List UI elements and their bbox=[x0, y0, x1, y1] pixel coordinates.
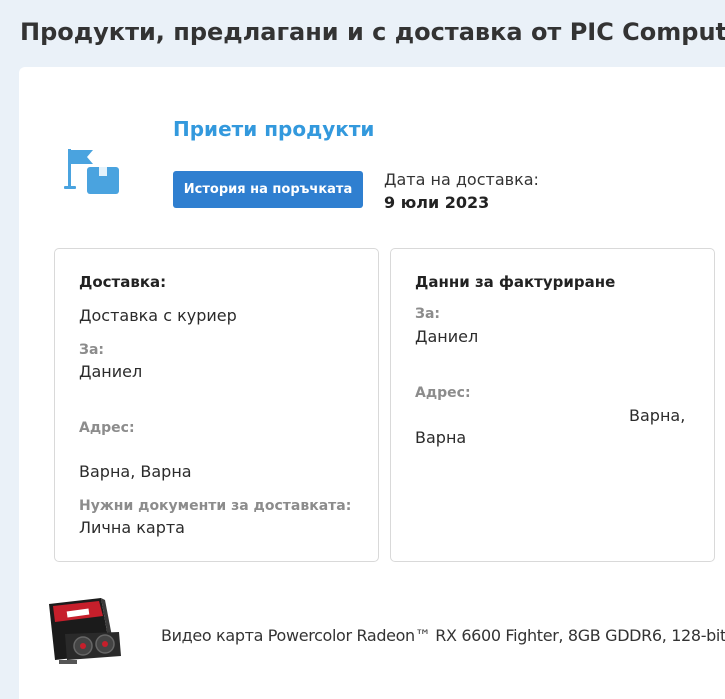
delivery-address-label: Адрес: bbox=[79, 420, 135, 436]
billing-address-label: Адрес: bbox=[415, 385, 471, 401]
billing-heading: Данни за фактуриране bbox=[415, 273, 616, 291]
delivery-for-label: За: bbox=[79, 342, 104, 358]
order-card: Приети продукти История на поръчката Дат… bbox=[19, 67, 725, 699]
billing-name: Даниел bbox=[415, 327, 479, 346]
billing-address-line2: Варна bbox=[415, 428, 467, 447]
order-status-title: Приети продукти bbox=[173, 117, 375, 141]
delivery-info-box: Доставка: Доставка с куриер За: Даниел А… bbox=[54, 248, 379, 562]
delivery-documents-label: Нужни документи за доставката: bbox=[79, 498, 352, 514]
delivery-method: Доставка с куриер bbox=[79, 306, 237, 325]
delivery-date-label: Дата на доставка: bbox=[384, 170, 539, 189]
delivery-documents: Лична карта bbox=[79, 518, 185, 537]
delivery-recipient: Даниел bbox=[79, 362, 143, 381]
order-history-button[interactable]: История на поръчката bbox=[173, 171, 363, 208]
graphics-card-box-image[interactable] bbox=[45, 594, 123, 676]
delivery-address: Варна, Варна bbox=[79, 462, 192, 481]
delivery-date-value: 9 юли 2023 bbox=[384, 193, 490, 212]
delivery-heading: Доставка: bbox=[79, 273, 167, 291]
billing-info-box: Данни за фактуриране За: Даниел Адрес: В… bbox=[390, 248, 715, 562]
flag-box-icon bbox=[64, 149, 119, 194]
billing-for-label: За: bbox=[415, 306, 440, 322]
page-title: Продукти, предлагани и с доставка от PIC… bbox=[20, 18, 725, 46]
product-name[interactable]: Видео карта Powercolor Radeon™ RX 6600 F… bbox=[161, 626, 725, 645]
billing-address-line1: Варна, bbox=[629, 406, 686, 425]
